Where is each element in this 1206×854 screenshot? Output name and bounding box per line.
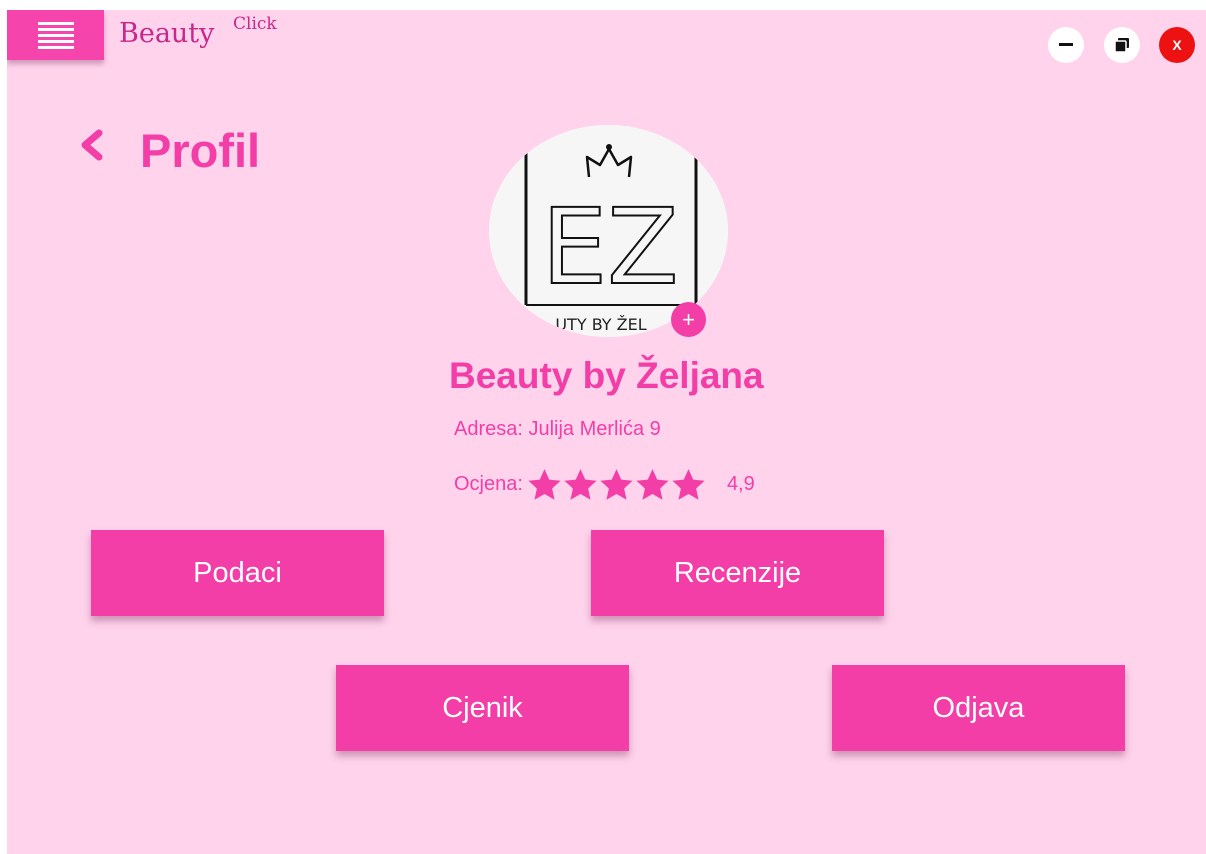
minimize-icon — [1059, 43, 1073, 46]
menu-button[interactable] — [7, 10, 104, 60]
salon-rating: Ocjena: 4,9 — [454, 468, 755, 501]
recenzije-button[interactable]: Recenzije — [591, 530, 884, 616]
rating-label: Ocjena: — [454, 473, 523, 495]
chevron-left-icon — [81, 129, 103, 161]
cjenik-button[interactable]: Cjenik — [336, 665, 629, 751]
salon-logo-letters: EZ — [542, 186, 679, 308]
hamburger-icon — [37, 22, 74, 49]
star-icon — [636, 469, 669, 500]
odjava-button-label: Odjava — [932, 691, 1025, 724]
recenzije-button-label: Recenzije — [673, 556, 802, 589]
cjenik-button-label: Cjenik — [442, 691, 523, 724]
close-button[interactable]: X — [1159, 27, 1195, 63]
salon-logo-caption: UTY BY ŽEL — [555, 315, 646, 334]
restore-button[interactable] — [1104, 27, 1140, 63]
minimize-button[interactable] — [1048, 27, 1084, 63]
star-icon — [672, 469, 705, 500]
star-icon — [600, 469, 633, 500]
logo-sup-text: Click — [233, 14, 277, 34]
rating-value: 4,9 — [726, 473, 755, 495]
close-icon: X — [1172, 37, 1182, 53]
profile-avatar: EZ UTY BY ŽEL + — [489, 125, 728, 337]
app-window: Beauty Click X Profil EZ UTY BY ŽEL + Be… — [7, 10, 1206, 854]
podaci-button[interactable]: Podaci — [91, 530, 384, 616]
star-icon — [564, 469, 597, 500]
restore-icon — [1114, 38, 1129, 53]
rating-stars — [527, 468, 707, 501]
salon-name: Beauty by Željana — [449, 355, 764, 396]
add-photo-button[interactable]: + — [671, 302, 706, 337]
logo-main-text: Beauty — [119, 18, 215, 49]
odjava-button[interactable]: Odjava — [832, 665, 1125, 751]
podaci-button-label: Podaci — [193, 556, 282, 589]
star-icon — [528, 469, 561, 500]
page-title: Profil — [140, 124, 261, 177]
salon-address: Adresa: Julija Merlića 9 — [454, 418, 661, 440]
plus-icon: + — [682, 307, 695, 332]
back-button[interactable] — [77, 128, 105, 162]
